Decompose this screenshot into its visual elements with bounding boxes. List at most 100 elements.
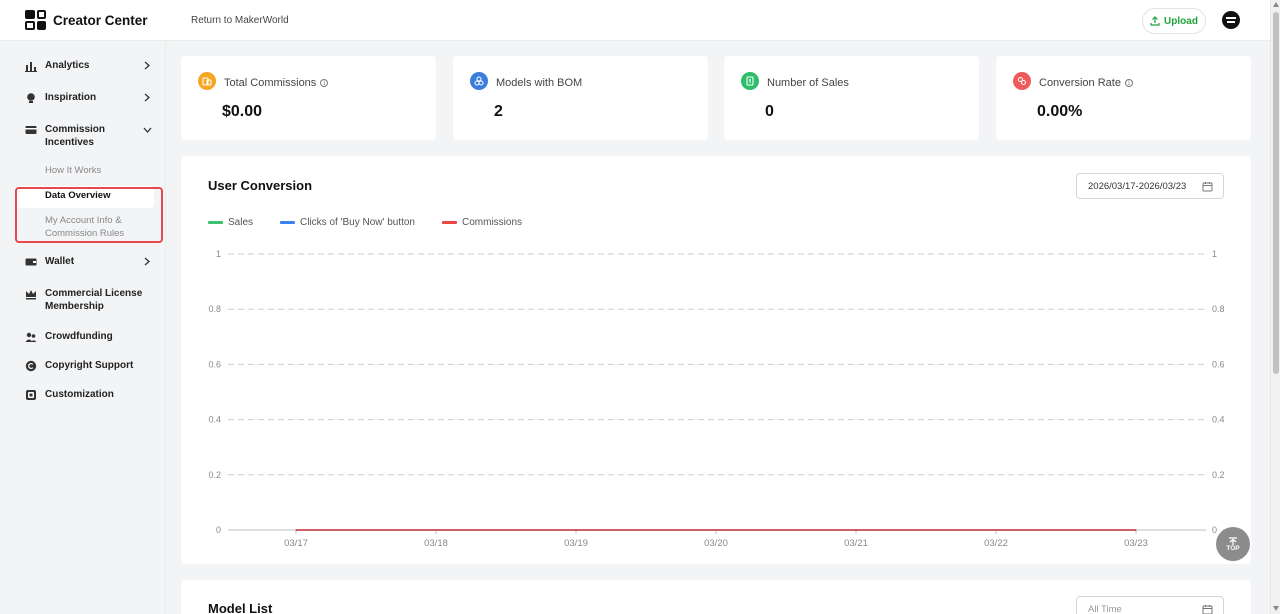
chevron-right-icon [142, 255, 152, 268]
people-icon [24, 330, 37, 343]
y-tick-label-right: 0.6 [1212, 359, 1225, 369]
y-tick-label-right: 1 [1212, 249, 1217, 259]
sidebar-item-customization[interactable]: Customization [24, 388, 152, 401]
sidebar-item-label: Analytics [45, 60, 90, 71]
legend-item-sales[interactable]: Sales [208, 217, 253, 228]
data-point [435, 529, 437, 531]
calendar-icon [1202, 182, 1213, 192]
upload-button[interactable]: Upload [1142, 8, 1206, 34]
time-filter-select[interactable]: All Time [1076, 596, 1224, 614]
stat-value: 0.00% [1037, 103, 1083, 120]
sidebar-item-copyright-support[interactable]: Copyright Support [24, 359, 152, 372]
user-conversion-card: 0 0 0.2 0.2 0.4 0.4 0.6 0.6 0.8 0.8 1 1 03/17 03/18 03… [181, 156, 1251, 564]
page-scrollbar[interactable] [1270, 0, 1280, 614]
y-tick-label-left: 0.6 [208, 359, 221, 369]
sidebar-item-label: Wallet [45, 256, 75, 267]
sidebar-item-analytics[interactable]: Analytics [24, 59, 152, 72]
sidebar-item-label: Customization [45, 389, 114, 400]
chart-title: User Conversion [208, 178, 313, 193]
y-tick-label-right: 0.2 [1212, 470, 1225, 480]
wallet-icon [24, 255, 37, 268]
sidebar-item-commercial-license[interactable]: Commercial License Membership [24, 287, 152, 313]
scroll-up-arrow-icon[interactable] [1273, 2, 1279, 7]
y-tick-label-left: 1 [216, 249, 221, 259]
sidebar-item-label: Inspiration [45, 92, 97, 103]
y-tick-label-left: 0.8 [208, 304, 221, 314]
top-bar: Creator Center Return to MakerWorld [0, 0, 1270, 41]
model-list-title: Model List [208, 601, 273, 614]
data-point [995, 529, 997, 531]
scroll-thumb[interactable] [1273, 12, 1279, 374]
sidebar-item-wallet[interactable]: Wallet [24, 255, 152, 268]
legend-item-buy-now-clicks[interactable]: Clicks of 'Buy Now' button [280, 217, 415, 228]
legend-item-commissions[interactable]: Commissions [442, 217, 522, 228]
sidebar-item-label: Commission Incentives [45, 124, 106, 148]
info-icon[interactable]: i [320, 79, 329, 87]
y-tick-label-right: 0.4 [1212, 415, 1225, 425]
wallet-card-icon [24, 123, 37, 136]
lightbulb-icon [24, 91, 37, 104]
stat-label: Number of Sales [767, 77, 849, 89]
scroll-down-arrow-icon[interactable] [1273, 606, 1279, 611]
sidebar-item-crowdfunding[interactable]: Crowdfunding [24, 330, 152, 343]
stat-value: 2 [494, 103, 503, 120]
date-range-value: 2026/03/17-2026/03/23 [1088, 180, 1187, 192]
chevron-down-icon [142, 123, 152, 136]
x-tick-label: 03/22 [984, 538, 1008, 549]
exchange-icon [1013, 72, 1031, 90]
sidebar-item-label: Copyright Support [45, 360, 134, 371]
chevron-right-icon [142, 59, 152, 72]
coins-icon [198, 72, 216, 90]
sidebar-item-label: Crowdfunding [45, 331, 113, 342]
x-tick-label: 03/19 [564, 538, 588, 549]
avatar-icon [1226, 17, 1236, 23]
y-tick-label-left: 0 [216, 525, 221, 535]
info-icon[interactable]: i [1124, 79, 1133, 87]
brand-title: Creator Center [53, 12, 148, 28]
x-tick-label: 03/20 [704, 538, 728, 549]
y-tick-label-left: 0.4 [208, 415, 221, 425]
logo-icon [25, 10, 46, 30]
avatar[interactable] [1222, 11, 1240, 29]
stat-value: $0.00 [222, 103, 263, 120]
y-tick-label-right: 0.8 [1212, 304, 1225, 314]
data-point [575, 529, 577, 531]
stat-card-number-of-sales: Number of Sales 0 [724, 56, 979, 140]
sidebar-item-label: Commercial License Membership [45, 288, 143, 312]
brand-logo[interactable]: Creator Center [25, 10, 191, 30]
x-tick-label: 03/21 [844, 538, 868, 549]
x-tick-label: 03/17 [284, 538, 308, 549]
sidebar-item-inspiration[interactable]: Inspiration [24, 91, 152, 104]
stat-label: Total Commissions i [224, 77, 329, 89]
upload-label: Upload [1164, 15, 1198, 27]
date-range-picker[interactable]: 2026/03/17-2026/03/23 [1076, 173, 1224, 199]
data-point [855, 529, 857, 531]
copyright-icon [24, 359, 37, 372]
chart-legend: Sales Clicks of 'Buy Now' button Commiss… [208, 217, 549, 228]
stat-card-total-commissions: Total Commissions i $0.00 [181, 56, 436, 140]
cubes-icon [470, 72, 488, 90]
model-list-card: Model List All Time [181, 580, 1251, 614]
stat-label: Conversion Rate i [1039, 77, 1133, 89]
stat-value: 0 [765, 103, 774, 120]
back-to-top-button[interactable]: TOP [1216, 527, 1250, 561]
y-tick-label-right: 0 [1212, 525, 1217, 535]
return-to-makerworld-link[interactable]: Return to MakerWorld [191, 15, 289, 26]
stat-card-models-with-bom: Models with BOM 2 [453, 56, 708, 140]
sidebar-subitem-how-it-works[interactable]: How It Works [45, 164, 101, 177]
layers-icon [24, 388, 37, 401]
highlight-annotation-box [15, 187, 163, 243]
data-point [715, 529, 717, 531]
data-point [1135, 529, 1137, 531]
stat-label: Models with BOM [496, 77, 583, 89]
arrow-up-icon [1229, 536, 1237, 545]
back-to-top-label: TOP [1226, 544, 1240, 552]
time-filter-value: All Time [1088, 603, 1122, 614]
sidebar: Analytics Inspiration Commission Incenti… [0, 41, 166, 614]
bar-chart-icon [24, 59, 37, 72]
upload-icon [1150, 16, 1160, 26]
y-tick-label-left: 0.2 [208, 470, 221, 480]
sidebar-item-commission-incentives[interactable]: Commission Incentives [24, 123, 152, 149]
chevron-right-icon [142, 91, 152, 104]
stat-card-conversion-rate: Conversion Rate i 0.00% [996, 56, 1251, 140]
